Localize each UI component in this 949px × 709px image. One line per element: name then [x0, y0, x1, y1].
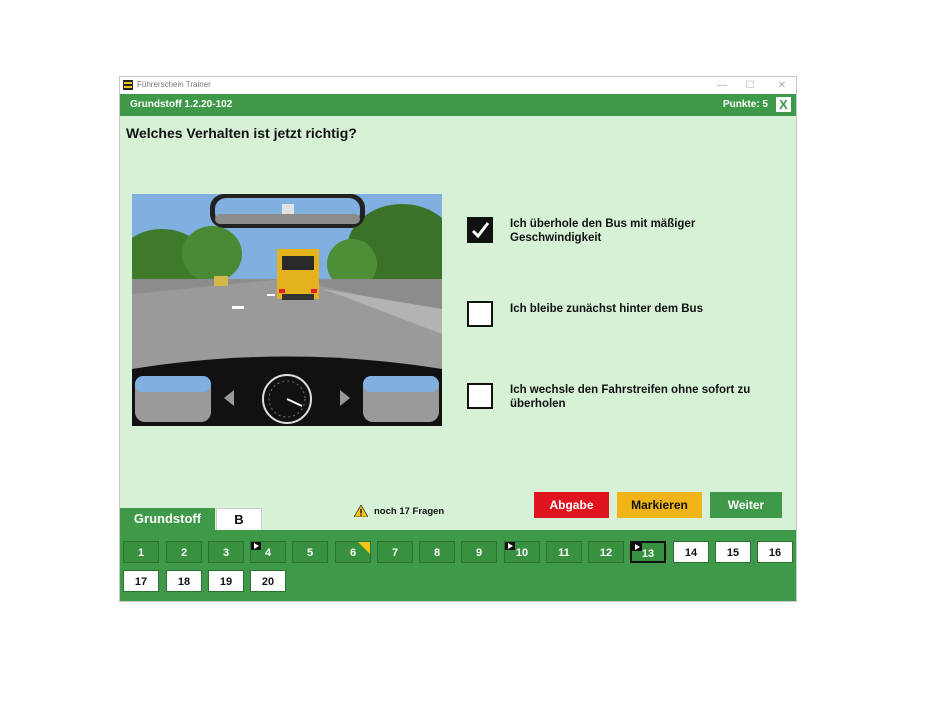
tab-grundstoff[interactable]: Grundstoff	[120, 508, 215, 531]
question-number-button-5[interactable]: 5	[292, 541, 328, 563]
question-number-label: 13	[641, 548, 655, 560]
minimize-button[interactable]: —	[708, 78, 736, 93]
answer-text-3: Ich wechsle den Fahrstreifen ohne sofort…	[510, 384, 751, 410]
app-window: Führerschein Trainer — ☐ ✕ Grundstoff 1.…	[119, 76, 797, 602]
question-number-button-6[interactable]: 6	[335, 541, 371, 563]
question-number-label: 14	[684, 547, 698, 559]
question-number-label: 11	[558, 547, 570, 559]
question-number-label: 6	[349, 547, 357, 559]
question-number-label: 12	[599, 547, 613, 559]
question-number-button-15[interactable]: 15	[715, 541, 751, 563]
question-number-button-18[interactable]: 18	[166, 570, 202, 592]
question-number-button-17[interactable]: 17	[123, 570, 159, 592]
question-number-button-1[interactable]: 1	[123, 541, 159, 563]
flag-icon	[632, 543, 642, 551]
points-label: Punkte: 5	[722, 99, 768, 110]
driving-scene-image	[132, 194, 442, 426]
header-bar: Grundstoff 1.2.20-102 Punkte: 5 X	[120, 94, 796, 116]
question-number-label: 4	[264, 547, 272, 559]
question-number-button-19[interactable]: 19	[208, 570, 244, 592]
marked-corner-icon	[358, 542, 370, 554]
question-text: Welches Verhalten ist jetzt richtig?	[126, 125, 357, 141]
question-number-label: 9	[475, 547, 483, 559]
maximize-button[interactable]: ☐	[736, 78, 764, 93]
question-number-button-11[interactable]: 11	[546, 541, 582, 563]
question-number-button-9[interactable]: 9	[461, 541, 497, 563]
question-number-label: 7	[391, 547, 399, 559]
submit-button[interactable]: Abgabe	[534, 492, 609, 518]
question-number-label: 16	[768, 547, 782, 559]
question-number-label: 3	[222, 547, 230, 559]
question-number-label: 19	[219, 576, 233, 588]
flag-icon	[251, 542, 261, 550]
question-number-label: 8	[433, 547, 441, 559]
question-number-button-10[interactable]: 10	[504, 541, 540, 563]
question-number-label: 15	[726, 547, 740, 559]
question-number-label: 1	[137, 547, 145, 559]
version-label: Grundstoff 1.2.20-102	[130, 99, 233, 110]
question-number-button-14[interactable]: 14	[673, 541, 709, 563]
checkmark-icon	[471, 222, 490, 239]
question-number-label: 10	[515, 547, 529, 559]
question-number-button-16[interactable]: 16	[757, 541, 793, 563]
answer-checkbox-2[interactable]	[467, 301, 493, 327]
answer-checkbox-1[interactable]	[467, 217, 493, 243]
question-number-button-13[interactable]: 13	[630, 541, 666, 563]
question-number-button-3[interactable]: 3	[208, 541, 244, 563]
question-number-button-2[interactable]: 2	[166, 541, 202, 563]
flag-icon	[505, 542, 515, 550]
question-number-button-20[interactable]: 20	[250, 570, 286, 592]
question-number-label: 17	[134, 576, 148, 588]
close-window-button[interactable]: ✕	[768, 78, 796, 93]
question-number-label: 18	[177, 576, 191, 588]
exit-button[interactable]: X	[776, 97, 791, 112]
question-navigation-bar: 1 2 3 4 5 6 7 8 9 10 11 12 13 14 15 16 17 18 19 20	[120, 530, 796, 601]
window-title: Führerschein Trainer	[137, 80, 211, 89]
tab-b[interactable]: B	[216, 508, 262, 531]
question-number-button-4[interactable]: 4	[250, 541, 286, 563]
app-logo-icon	[123, 80, 133, 90]
answer-checkbox-3[interactable]	[467, 383, 493, 409]
answer-text-2: Ich bleibe zunächst hinter dem Bus	[510, 303, 703, 315]
question-number-label: 5	[306, 547, 314, 559]
answer-text-1: Ich überhole den Bus mit mäßiger Geschwi…	[510, 218, 696, 244]
question-number-button-7[interactable]: 7	[377, 541, 413, 563]
warning-icon	[354, 505, 368, 517]
question-number-button-12[interactable]: 12	[588, 541, 624, 563]
question-number-label: 2	[180, 547, 188, 559]
title-bar: Führerschein Trainer — ☐ ✕	[120, 77, 796, 94]
remaining-label: noch 17 Fragen	[374, 506, 445, 517]
mark-button[interactable]: Markieren	[617, 492, 702, 518]
question-number-button-8[interactable]: 8	[419, 541, 455, 563]
question-number-label: 20	[261, 576, 275, 588]
next-button[interactable]: Weiter	[710, 492, 782, 518]
